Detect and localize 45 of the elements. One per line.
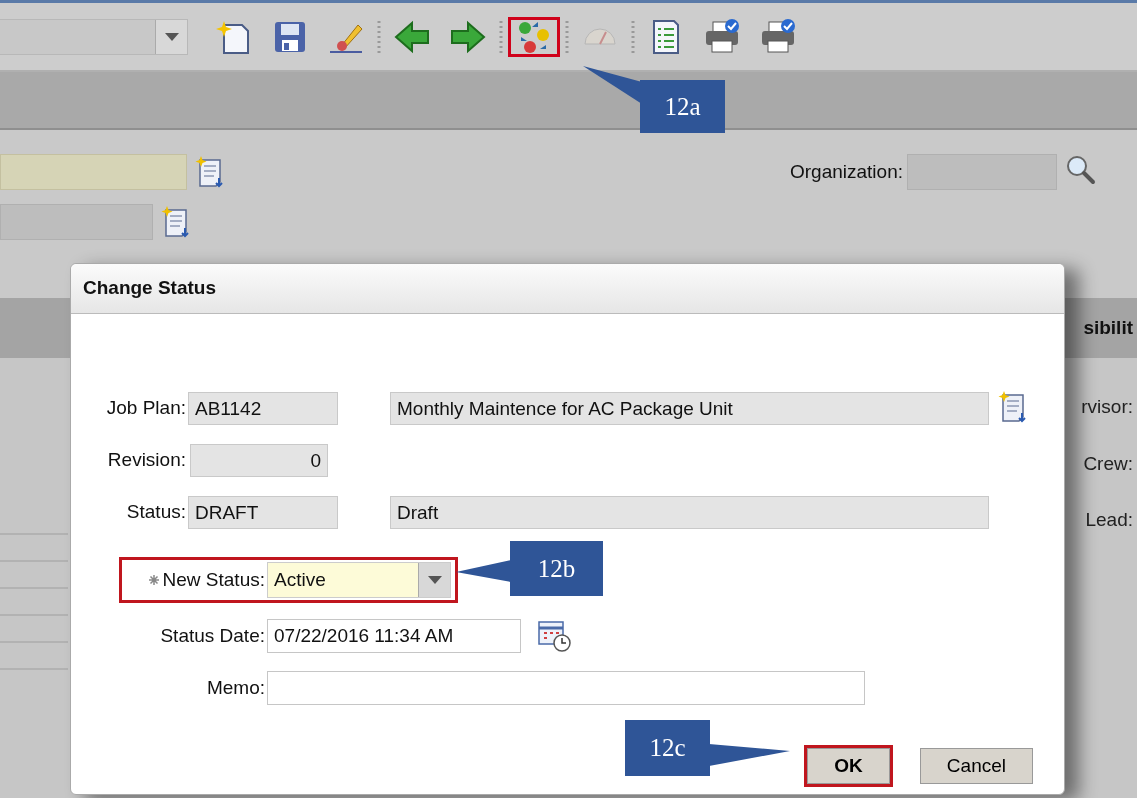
date-field[interactable]: 07/22/2016 11:34 AM xyxy=(267,619,521,653)
callout-pointer xyxy=(583,66,642,104)
toolbar-separator xyxy=(498,18,504,55)
input-field[interactable] xyxy=(0,154,187,190)
calendar-icon[interactable] xyxy=(537,618,573,654)
input-field[interactable] xyxy=(907,154,1057,190)
field-label: Organization: xyxy=(790,160,903,184)
callout-label: 12c xyxy=(625,720,710,776)
input-field[interactable] xyxy=(0,204,153,240)
ok-button[interactable]: OK xyxy=(807,748,890,784)
search-icon[interactable] xyxy=(1065,154,1097,186)
field-label: rvisor: xyxy=(1081,395,1133,419)
field-label: Revision: xyxy=(107,447,186,472)
field-label: New Status: xyxy=(162,567,265,592)
printer-icon xyxy=(760,18,796,55)
caret-icon xyxy=(164,32,179,41)
toolbar-button[interactable] xyxy=(508,16,560,57)
printer-icon xyxy=(704,18,740,55)
toolbar-separator xyxy=(630,18,636,55)
gauge-icon xyxy=(584,28,616,45)
right-arrow-icon xyxy=(450,18,486,55)
toolbar-separator xyxy=(564,18,570,55)
dropdown-field[interactable] xyxy=(0,18,188,55)
input-field: DRAFT xyxy=(188,495,338,529)
field-label: Lead: xyxy=(1085,508,1133,532)
field-label: Crew: xyxy=(1083,451,1133,476)
cancel-button[interactable]: Cancel xyxy=(919,748,1033,784)
callout-pointer xyxy=(456,560,511,582)
description-field: Draft xyxy=(390,495,989,529)
callout-label: 12a xyxy=(640,80,725,133)
toolbar-separator xyxy=(376,18,382,55)
input-field: AB1142 xyxy=(188,391,338,425)
input-field[interactable] xyxy=(267,671,865,705)
dropdown-field[interactable]: Active xyxy=(267,562,451,598)
field-label: Memo: xyxy=(206,675,265,700)
field-label: Job Plan: xyxy=(106,395,186,420)
field-label: Status Date: xyxy=(160,623,265,648)
description-field: Monthly Maintence for AC Package Unit xyxy=(390,391,989,425)
callout-label: 12b xyxy=(510,541,603,596)
section-heading: sibilit xyxy=(1083,315,1133,340)
caret-icon xyxy=(427,576,442,584)
left-arrow-icon xyxy=(394,18,430,55)
dialog-title: Change Status xyxy=(83,276,217,301)
field-label: Status: xyxy=(126,499,186,524)
input-field: 0 xyxy=(190,443,328,477)
